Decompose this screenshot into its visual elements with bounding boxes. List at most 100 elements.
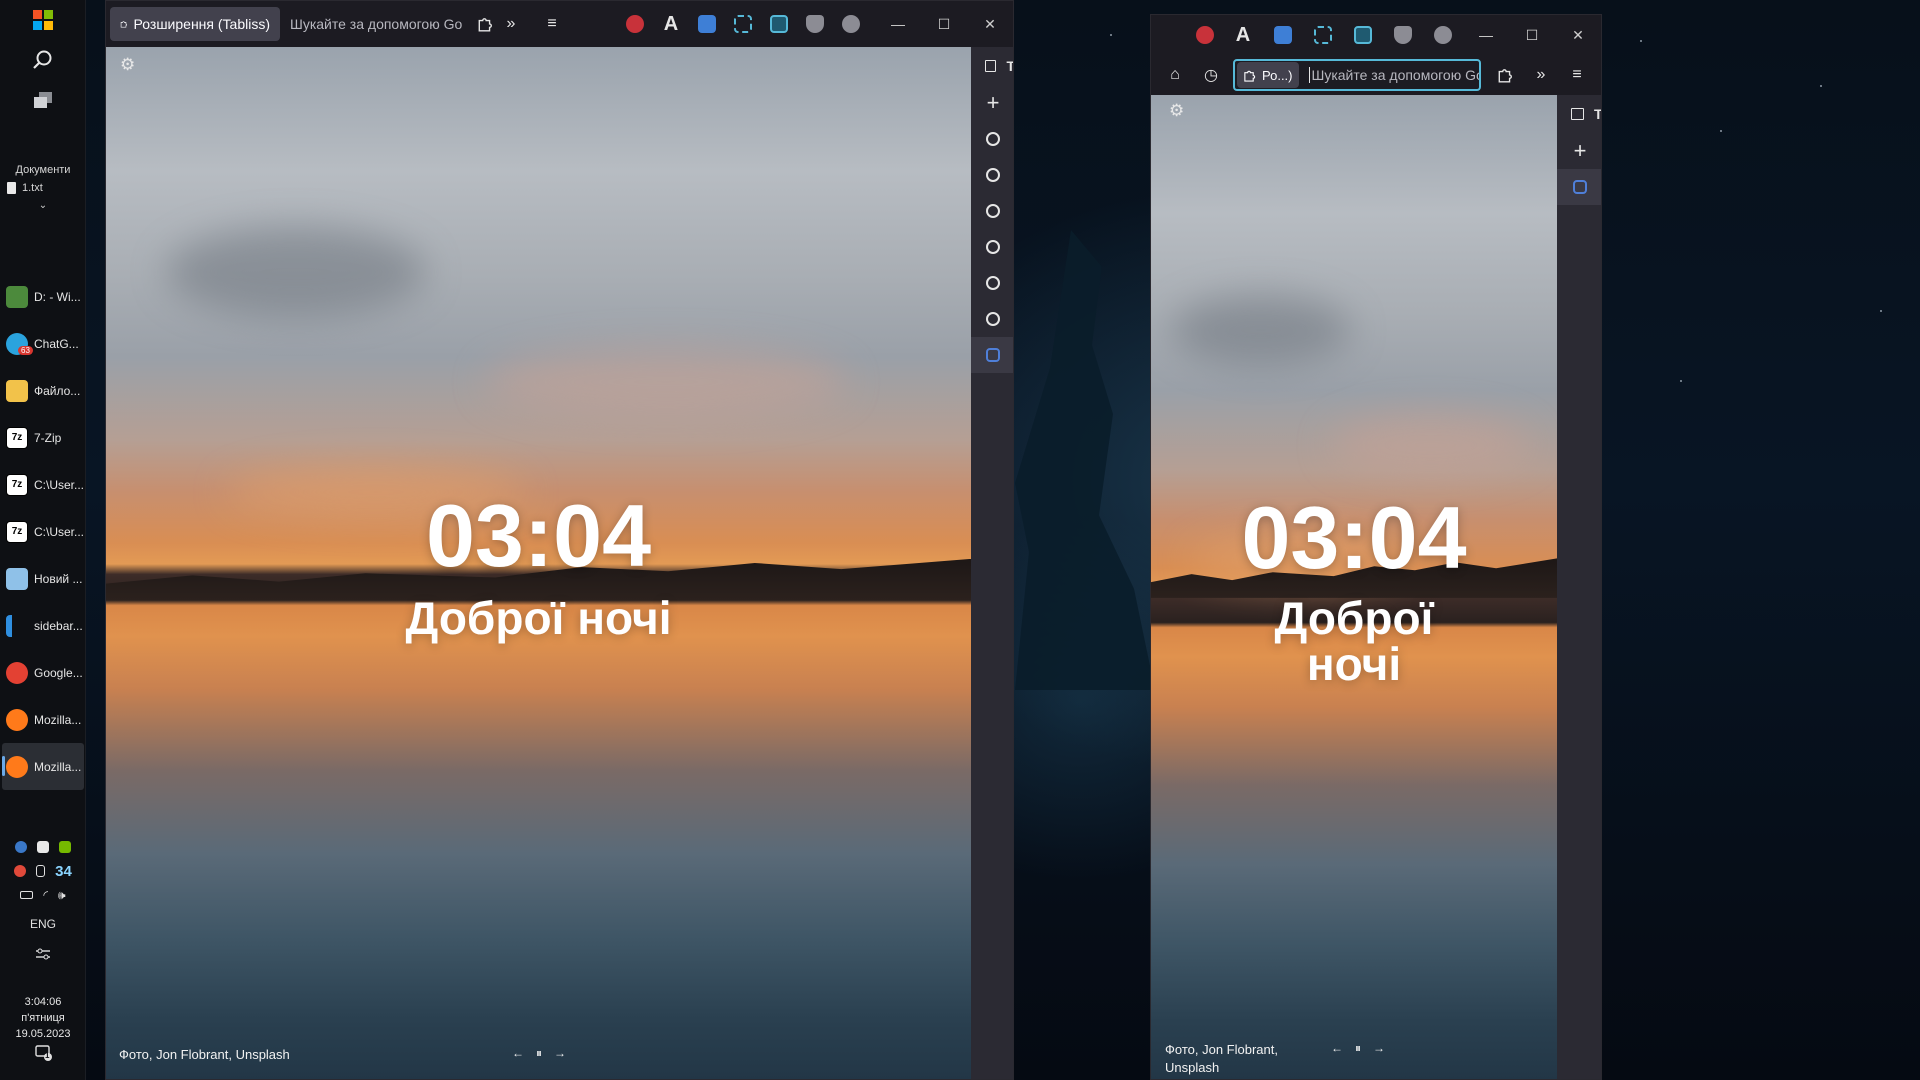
tree-icon xyxy=(6,285,28,308)
pause-icon[interactable]: ⏸ xyxy=(1355,1041,1361,1056)
taskbar-app[interactable]: Google... xyxy=(0,649,86,696)
extension-button-5[interactable] xyxy=(1343,17,1383,53)
search-button[interactable] xyxy=(0,40,86,80)
sidebar-item-github-5[interactable] xyxy=(971,265,1013,301)
extension-button-7[interactable] xyxy=(833,6,869,42)
taskbar-app[interactable]: Файло... xyxy=(0,367,86,414)
recent-file[interactable]: 1.txt xyxy=(7,182,86,194)
taskbar-app[interactable]: 7z 7-Zip xyxy=(0,414,86,461)
extension-button-6[interactable] xyxy=(797,6,833,42)
nvidia-icon[interactable] xyxy=(59,841,71,853)
photo-credit[interactable]: Фото, Jon Flobrant, Unsplash xyxy=(1165,1041,1278,1077)
maximize-button[interactable]: ☐ xyxy=(1509,15,1555,58)
close-button[interactable]: ✕ xyxy=(967,1,1013,47)
sidebar-item-tabliss[interactable] xyxy=(1557,169,1601,205)
overflow-chevrons-button[interactable]: » xyxy=(1523,57,1559,93)
capture-extension-icon xyxy=(1354,26,1372,44)
discord-icon[interactable] xyxy=(37,841,49,853)
notification-center-icon[interactable]: 1 xyxy=(35,1045,53,1061)
photo-credit[interactable]: Фото, Jon Flobrant, Unsplash xyxy=(119,1047,290,1062)
screenshot-extension-icon xyxy=(734,15,752,33)
sidebar-item-github-4[interactable] xyxy=(971,229,1013,265)
add-panel-button[interactable]: + xyxy=(1557,133,1601,169)
minimize-button[interactable]: — xyxy=(875,1,921,47)
settings-sliders-icon[interactable] xyxy=(0,947,86,966)
language-indicator[interactable]: ENG xyxy=(0,917,86,931)
cloud-extension-icon xyxy=(842,15,860,33)
taskbar-app[interactable]: Mozilla... xyxy=(0,696,86,743)
next-arrow-icon[interactable]: → xyxy=(1373,1041,1385,1056)
sidebar-item-tabliss[interactable] xyxy=(971,337,1013,373)
url-bar[interactable]: Ро...) Шукайте за допомогою Go xyxy=(1233,59,1481,91)
next-arrow-icon[interactable]: → xyxy=(554,1046,566,1061)
taskbar-app[interactable]: 7z C:\User... xyxy=(0,461,86,508)
minimize-button[interactable]: — xyxy=(1463,15,1509,58)
sidebar-header[interactable]: T xyxy=(971,47,1013,85)
extension-button-4[interactable] xyxy=(725,6,761,42)
battery-icon[interactable] xyxy=(20,891,34,899)
star xyxy=(1720,130,1722,132)
taskbar-app-label: Mozilla... xyxy=(34,712,82,727)
taskbar-app[interactable]: Новий ... xyxy=(0,555,86,602)
clock-display: 03:04 xyxy=(1241,488,1467,587)
history-clock-icon: ◷ xyxy=(1204,67,1218,84)
pause-icon[interactable]: ⏸ xyxy=(536,1046,542,1061)
taskbar-app[interactable]: 7z C:\User... xyxy=(0,508,86,555)
menu-button[interactable]: ≡ xyxy=(534,6,570,42)
add-panel-button[interactable]: + xyxy=(971,85,1013,121)
sidebar-item-github-6[interactable] xyxy=(971,301,1013,337)
tab-extensions-tabliss[interactable]: Розширення (Tabliss) xyxy=(110,7,280,41)
expand-chevron-icon[interactable]: ⌄ xyxy=(0,200,86,211)
extension-button-4[interactable] xyxy=(1303,17,1343,53)
extension-button-3[interactable] xyxy=(1263,17,1303,53)
sidebar-item-github-1[interactable] xyxy=(971,121,1013,157)
hamburger-menu-icon: ≡ xyxy=(547,15,557,32)
close-button[interactable]: ✕ xyxy=(1555,15,1601,58)
clipboard-icon[interactable] xyxy=(36,865,46,877)
wifi-icon[interactable]: ◜ xyxy=(43,888,48,902)
system-tray: 34 ◜ 🕪 ENG 3:04:06 п'ятниця 19.05.2023 xyxy=(0,835,86,1042)
volume-icon[interactable]: 🕪 xyxy=(58,888,66,903)
extensions-button[interactable] xyxy=(1487,57,1523,93)
start-button[interactable] xyxy=(0,0,86,40)
security-icon[interactable] xyxy=(14,865,27,877)
settings-gear-icon[interactable]: ⚙ xyxy=(120,55,135,75)
menu-button[interactable]: ≡ xyxy=(1559,57,1595,93)
taskbar-app-label: Mozilla... xyxy=(34,759,82,774)
extension-button-7[interactable] xyxy=(1423,17,1463,53)
extension-button-2[interactable]: A xyxy=(1223,17,1263,53)
previous-arrow-icon[interactable]: ← xyxy=(1331,1041,1343,1056)
sidebar-toggle-icon xyxy=(985,60,997,72)
shield-extension-icon xyxy=(1394,26,1412,44)
extension-button-1[interactable] xyxy=(617,6,653,42)
sidebar-item-github-3[interactable] xyxy=(971,193,1013,229)
maximize-button[interactable]: ☐ xyxy=(921,1,967,47)
taskbar-app[interactable]: D: - Wi... xyxy=(0,273,86,320)
taskbar-clock[interactable]: 3:04:06 п'ятниця 19.05.2023 xyxy=(0,994,86,1042)
home-button[interactable]: ⌂ xyxy=(1157,57,1193,93)
task-view-button[interactable] xyxy=(0,80,86,120)
extensions-button[interactable] xyxy=(470,6,500,42)
taskbar-app[interactable]: 63 ChatG... xyxy=(0,320,86,367)
extension-button-1[interactable] xyxy=(1187,17,1223,53)
settings-gear-icon[interactable]: ⚙ xyxy=(1169,101,1184,121)
extension-button-5[interactable] xyxy=(761,6,797,42)
maximize-icon: ☐ xyxy=(1525,26,1539,43)
7zip-icon: 7z xyxy=(6,473,28,496)
sidebar-item-github-2[interactable] xyxy=(971,157,1013,193)
history-button[interactable]: ◷ xyxy=(1193,57,1229,93)
shield-extension-icon xyxy=(806,15,824,33)
tab-extensions-compact[interactable]: Ро...) xyxy=(1237,62,1299,88)
extension-button-3[interactable] xyxy=(689,6,725,42)
network-drive-icon[interactable] xyxy=(15,841,27,853)
taskbar-app[interactable]: Mozilla... xyxy=(2,743,84,790)
url-bar[interactable]: Шукайте за допомогою Go xyxy=(280,7,470,41)
extension-button-2[interactable]: A xyxy=(653,6,689,42)
temperature-readout[interactable]: 34 xyxy=(55,863,72,880)
github-icon xyxy=(986,312,1000,326)
overflow-chevrons-button[interactable]: » xyxy=(500,6,522,42)
previous-arrow-icon[interactable]: ← xyxy=(512,1046,524,1061)
sidebar-header[interactable]: T xyxy=(1557,95,1601,133)
extension-button-6[interactable] xyxy=(1383,17,1423,53)
taskbar-app[interactable]: sidebar... xyxy=(0,602,86,649)
